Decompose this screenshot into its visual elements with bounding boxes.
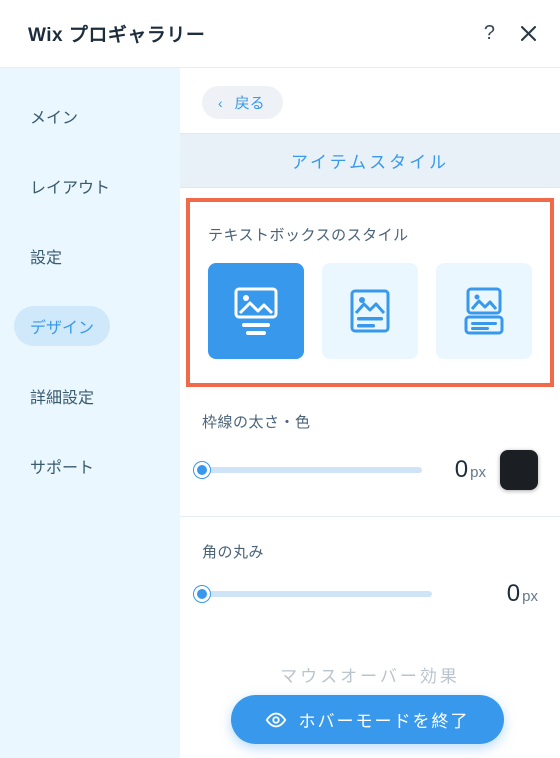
border-group: 枠線の太さ・色 0px bbox=[180, 387, 560, 517]
textbox-style-highlight: テキストボックスのスタイル bbox=[186, 198, 554, 387]
help-icon[interactable]: ? bbox=[484, 22, 495, 45]
border-color-swatch[interactable] bbox=[500, 450, 538, 490]
textbox-style-option-1[interactable] bbox=[208, 263, 304, 359]
main-pane: ‹ 戻る アイテムスタイル テキストボックスのスタイル bbox=[180, 68, 560, 758]
back-label: 戻る bbox=[235, 92, 265, 113]
sidebar-item-advanced[interactable]: 詳細設定 bbox=[14, 376, 110, 416]
border-slider[interactable] bbox=[202, 467, 422, 473]
radius-slider-thumb[interactable] bbox=[194, 586, 210, 602]
next-section-title: マウスオーバー効果 bbox=[180, 658, 560, 687]
eye-icon bbox=[265, 709, 287, 731]
radius-label: 角の丸み bbox=[202, 541, 538, 562]
app-title: Wix プロギャラリー bbox=[28, 20, 205, 47]
radius-group: 角の丸み 0px bbox=[180, 517, 560, 658]
radius-value: 0px bbox=[507, 580, 538, 608]
close-icon[interactable] bbox=[521, 26, 536, 41]
sidebar-item-settings[interactable]: 設定 bbox=[14, 236, 78, 276]
back-button[interactable]: ‹ 戻る bbox=[202, 86, 283, 119]
sidebar-item-support[interactable]: サポート bbox=[14, 446, 110, 486]
sidebar-item-main[interactable]: メイン bbox=[14, 96, 94, 136]
exit-hover-mode-button[interactable]: ホバーモードを終了 bbox=[231, 695, 504, 744]
chevron-left-icon: ‹ bbox=[218, 95, 223, 111]
sidebar: メイン レイアウト 設定 デザイン 詳細設定 サポート bbox=[0, 68, 180, 758]
textbox-style-option-2[interactable] bbox=[322, 263, 418, 359]
section-title: アイテムスタイル bbox=[180, 133, 560, 188]
sidebar-item-design[interactable]: デザイン bbox=[14, 306, 110, 346]
radius-slider[interactable] bbox=[202, 591, 432, 597]
header-actions: ? bbox=[484, 22, 536, 45]
sidebar-item-layout[interactable]: レイアウト bbox=[14, 166, 126, 206]
textbox-style-options bbox=[208, 263, 532, 359]
header: Wix プロギャラリー ? bbox=[0, 0, 560, 68]
exit-hover-mode-label: ホバーモードを終了 bbox=[299, 707, 470, 732]
textbox-style-option-3[interactable] bbox=[436, 263, 532, 359]
textbox-style-label: テキストボックスのスタイル bbox=[208, 224, 532, 245]
border-label: 枠線の太さ・色 bbox=[202, 411, 538, 432]
border-slider-thumb[interactable] bbox=[194, 462, 210, 478]
border-value: 0px bbox=[455, 456, 486, 484]
